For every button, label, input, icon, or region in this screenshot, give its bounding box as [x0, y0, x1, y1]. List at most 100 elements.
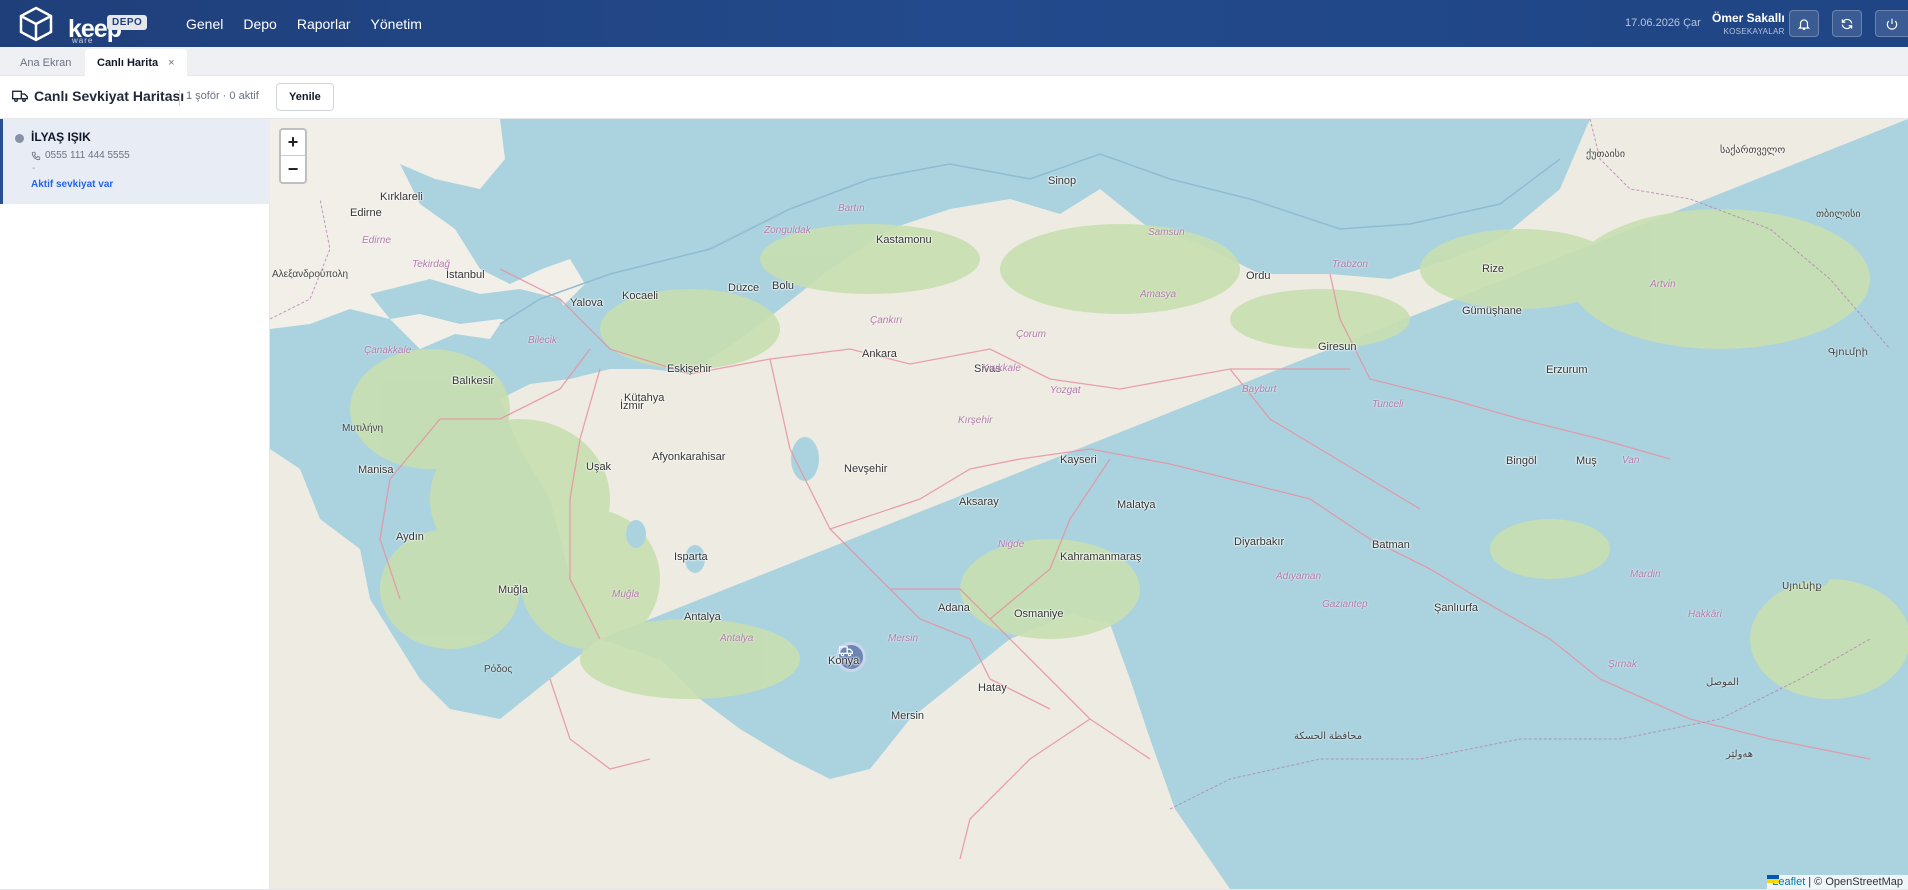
city-label: Adana [938, 602, 970, 614]
city-label: Bolu [772, 280, 795, 292]
province-label: Van [1622, 455, 1640, 466]
city-label: Aydın [396, 531, 424, 543]
nav-genel[interactable]: Genel [176, 16, 233, 32]
tab-close-icon[interactable]: × [168, 57, 174, 69]
city-label: Gümüşhane [1462, 305, 1522, 317]
foreign-label: Սյունիք [1782, 581, 1822, 592]
foreign-label: თბილისი [1816, 209, 1861, 220]
user-name: Ömer Sakallı [1712, 11, 1785, 25]
city-label: Eskişehir [667, 363, 712, 375]
map-attribution: Leaflet | © OpenStreetMap [1767, 875, 1908, 889]
city-label: Kahramanmaraş [1060, 551, 1142, 563]
city-label: Kastamonu [876, 234, 932, 246]
driver-phone: 0555 111 444 5555 [31, 150, 130, 161]
city-label: Manisa [358, 464, 394, 476]
province-label: Edirne [362, 235, 391, 246]
tab-ana-ekran[interactable]: Ana Ekran [8, 49, 83, 76]
refresh-icon [1841, 18, 1853, 29]
refresh-app-button[interactable] [1832, 10, 1862, 37]
user-menu[interactable]: Ömer Sakallı KOSEKAYALAR [1712, 11, 1785, 36]
driver-extra: - [32, 163, 36, 174]
user-org: KOSEKAYALAR [1723, 27, 1785, 36]
foreign-label: محافظة الحسكة [1294, 731, 1363, 742]
tab-label: Ana Ekran [20, 56, 72, 69]
driver-phone-number: 0555 111 444 5555 [45, 150, 130, 161]
city-label: Yalova [570, 297, 603, 309]
header-divider [179, 90, 180, 106]
city-label: İstanbul [446, 269, 485, 281]
depo-badge: DEPO [107, 15, 148, 30]
notifications-button[interactable] [1789, 10, 1819, 37]
city-label: Bingöl [1506, 455, 1537, 467]
city-label: Erzurum [1546, 364, 1588, 376]
city-label: Düzce [728, 282, 760, 294]
city-label: Diyarbakır [1234, 536, 1285, 548]
city-label: Uşak [586, 461, 612, 473]
city-label: Edirne [350, 207, 382, 219]
province-label: Çankırı [870, 315, 903, 326]
province-label: Kırşehir [958, 415, 993, 426]
province-label: Çorum [1016, 329, 1047, 340]
province-label: Bartın [838, 203, 865, 214]
city-label: Ordu [1246, 270, 1271, 282]
city-label: Isparta [674, 551, 708, 563]
foreign-label: ქუთაისი [1586, 149, 1626, 160]
driver-sidebar: İLYAŞ IŞIK 0555 111 444 5555 - Aktif sev… [0, 119, 270, 890]
province-label: Mardin [1630, 569, 1661, 580]
logout-button[interactable] [1875, 10, 1908, 37]
city-label: Kırklareli [380, 191, 423, 203]
city-label: Kayseri [1060, 454, 1097, 466]
driver-shipment-status: Aktif sevkiyat var [31, 179, 114, 190]
keepware-logo[interactable]: keep ware [18, 5, 122, 45]
ukraine-flag-icon [1767, 875, 1780, 883]
tab-bar: Ana Ekran Canlı Harita × [0, 47, 1908, 76]
driver-status-dot [15, 134, 24, 143]
foreign-label: Μυτιλήνη [342, 423, 384, 434]
foreign-label: საქართველო [1720, 145, 1786, 156]
zoom-in-button[interactable]: + [281, 130, 305, 156]
nav-raporlar[interactable]: Raporlar [287, 16, 361, 32]
main-nav: Genel Depo Raporlar Yönetim [176, 0, 432, 47]
top-bar: keep ware DEPO Genel Depo Raporlar Yönet… [0, 0, 1908, 47]
city-label: Giresun [1318, 341, 1357, 353]
province-label: Mersin [888, 633, 919, 644]
province-label: Bayburt [1242, 384, 1277, 395]
current-date: 17.06.2026 Çar [1625, 17, 1701, 29]
province-label: Amasya [1140, 289, 1177, 300]
driver-list-item[interactable]: İLYAŞ IŞIK 0555 111 444 5555 - Aktif sev… [0, 119, 270, 204]
province-label: Çanakkale [364, 345, 412, 356]
city-label: Nevşehir [844, 463, 888, 475]
page-title-text: Canlı Sevkiyat Haritası [34, 88, 185, 104]
province-label: Gaziantep [1322, 599, 1368, 610]
city-label: Balıkesir [452, 375, 495, 387]
osm-attribution[interactable]: | © OpenStreetMap [1808, 876, 1903, 888]
city-label: Batman [1372, 539, 1410, 551]
city-label: Aksaray [959, 496, 999, 508]
refresh-button[interactable]: Yenile [276, 83, 334, 111]
province-label: Artvin [1650, 279, 1676, 290]
nav-depo[interactable]: Depo [233, 16, 286, 32]
truck-icon [12, 90, 28, 102]
power-icon [1886, 18, 1898, 30]
cube-logo-icon [19, 6, 53, 42]
zoom-control: + − [279, 128, 307, 184]
province-label: Tunceli [1372, 399, 1404, 410]
province-label: Bilecik [528, 335, 557, 346]
live-map[interactable]: İstanbul Kocaeli Ankara Eskişehir Balıke… [270, 119, 1908, 889]
tab-label: Canlı Harita [97, 56, 159, 69]
province-label: Samsun [1148, 227, 1185, 238]
page-header: Canlı Sevkiyat Haritası 1 şoför · 0 akti… [0, 76, 1908, 119]
foreign-label: الموصل [1706, 677, 1739, 688]
province-label: Tekirdağ [412, 259, 450, 270]
province-label: Niğde [998, 539, 1025, 550]
page-title: Canlı Sevkiyat Haritası [12, 88, 184, 104]
phone-icon [31, 151, 41, 160]
driver-stats: 1 şoför · 0 aktif [186, 90, 259, 102]
foreign-label: هەولێر [1726, 749, 1754, 760]
foreign-label: Գյումրի [1828, 347, 1868, 358]
map-tiles [270, 119, 1908, 889]
zoom-out-button[interactable]: − [281, 156, 305, 182]
nav-yonetim[interactable]: Yönetim [361, 16, 432, 32]
tab-canli-harita[interactable]: Canlı Harita × [85, 49, 187, 76]
province-label: Trabzon [1332, 259, 1368, 270]
